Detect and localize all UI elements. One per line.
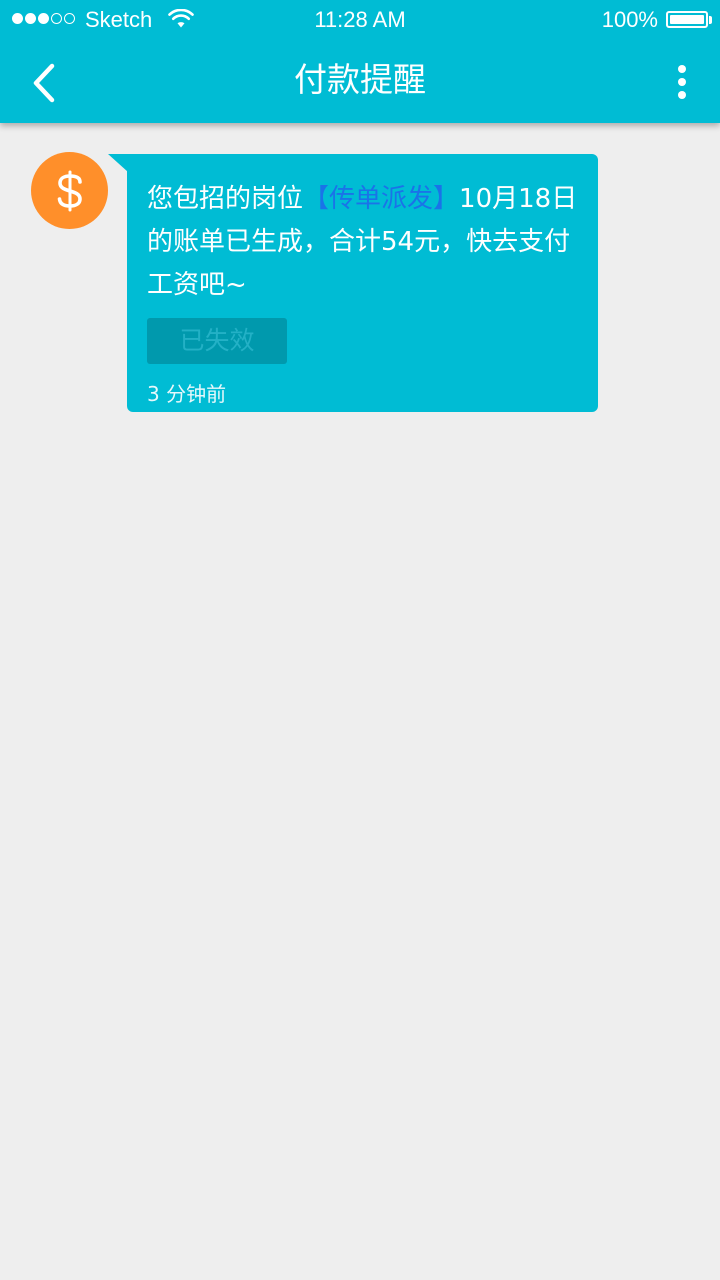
more-options-button[interactable] <box>666 60 698 104</box>
page-title: 付款提醒 <box>294 60 426 99</box>
more-vertical-icon <box>678 65 686 73</box>
battery-cap <box>709 16 712 24</box>
job-title-link[interactable]: 【传单派发】 <box>303 184 459 214</box>
message-text: 您包招的岗位【传单派发】10月18日的账单已生成，合计54元，快去支付工资吧~ <box>147 178 582 307</box>
status-bar: Sketch 11:28 AM 100% <box>0 0 720 40</box>
avatar <box>31 152 108 229</box>
battery-icon <box>666 11 708 28</box>
message-text-before: 您包招的岗位 <box>147 184 304 214</box>
bubble-tail <box>108 154 128 172</box>
message-timestamp: 3 分钟前 <box>147 382 227 406</box>
expired-status-button[interactable]: 已失效 <box>147 318 287 364</box>
dollar-icon <box>57 170 82 211</box>
message-bubble[interactable]: 您包招的岗位【传单派发】10月18日的账单已生成，合计54元，快去支付工资吧~ … <box>127 154 598 412</box>
app-header: Sketch 11:28 AM 100% 付款提醒 <box>0 0 720 123</box>
battery-percentage: 100% <box>601 7 658 32</box>
